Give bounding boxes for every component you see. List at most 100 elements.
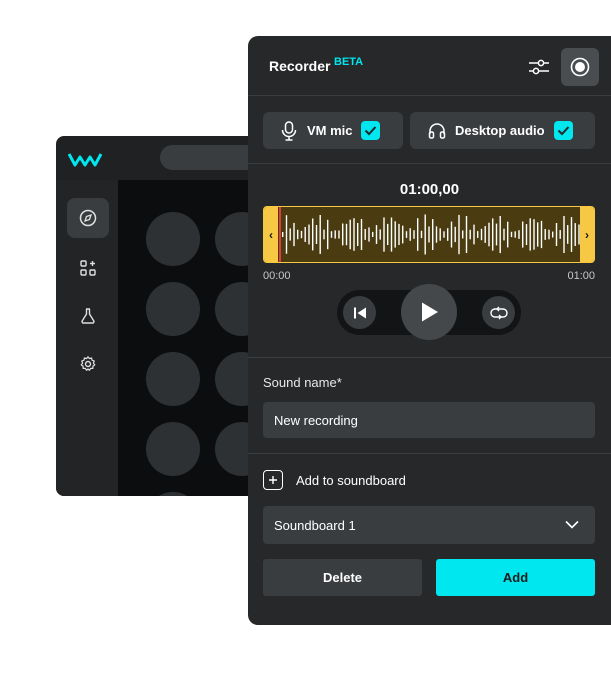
settings-button[interactable] [520, 48, 558, 86]
waveform-bar [360, 219, 363, 250]
microphone-icon [281, 120, 297, 141]
soundboard-select[interactable]: Soundboard 1 [263, 506, 595, 544]
waveform-bar [383, 217, 385, 252]
waveform-bar [390, 217, 393, 252]
waveform-bar [300, 230, 303, 239]
trim-start-handle[interactable]: ‹ [264, 207, 278, 262]
sound-tile[interactable] [146, 212, 200, 266]
waveform-bar [548, 229, 550, 240]
sidebar [56, 180, 118, 496]
waveform-bar [417, 218, 419, 251]
waveform-bar [462, 230, 464, 239]
vm-mic-toggle[interactable]: VM mic [263, 112, 403, 149]
waveform-bar [353, 218, 355, 251]
sound-name-label: Sound name* [263, 375, 342, 390]
headphones-icon [428, 123, 446, 139]
waveform-bar [567, 225, 569, 244]
waveform-bar [327, 219, 329, 250]
waveform-bar [368, 227, 370, 242]
divider [248, 357, 611, 358]
chevron-down-icon [565, 520, 579, 529]
waveform-bar [469, 229, 471, 240]
desktop-audio-checkbox[interactable] [553, 121, 573, 140]
skip-back-icon [353, 307, 366, 318]
sound-tile[interactable] [146, 492, 200, 496]
waveform-bar [424, 214, 426, 255]
waveform-bar [349, 219, 351, 250]
waveform-bar [473, 224, 475, 245]
add-button[interactable]: Add [436, 559, 595, 596]
waveform-bar [379, 229, 381, 240]
waveform-bar [387, 223, 389, 245]
waveform-bar [537, 222, 539, 247]
waveform-bar [503, 228, 505, 241]
loop-icon [489, 306, 508, 319]
waveform-bar [574, 223, 576, 246]
waveform-bar [432, 219, 434, 250]
skip-back-button[interactable] [343, 296, 376, 329]
gear-icon [80, 356, 96, 371]
vm-mic-label: VM mic [307, 123, 353, 138]
waveform-bar [529, 218, 531, 251]
nav-discover[interactable] [67, 198, 109, 238]
recording-timer: 01:00,00 [399, 181, 460, 198]
sound-tile[interactable] [146, 282, 200, 336]
nav-apps[interactable] [67, 248, 109, 288]
delete-button[interactable]: Delete [263, 559, 422, 596]
waveform-bar [533, 219, 535, 250]
loop-button[interactable] [482, 296, 515, 329]
sound-tile[interactable] [146, 352, 200, 406]
recorder-panel: Recorder BETA VM mic Desktop audio 01:00… [248, 36, 611, 625]
waveform-bar [398, 223, 400, 245]
add-to-soundboard-toggle[interactable]: Add to soundboard [263, 470, 406, 490]
search-bar[interactable] [160, 145, 256, 170]
waveform-bar [315, 225, 318, 244]
record-button[interactable] [561, 48, 599, 86]
checkmark-icon [557, 126, 569, 136]
playhead[interactable] [279, 207, 281, 262]
trim-end-handle[interactable]: › [580, 207, 594, 262]
waveform-bar [570, 217, 573, 252]
sound-tile[interactable] [146, 422, 200, 476]
waveform-bar [510, 231, 513, 238]
waveform-bar [334, 230, 336, 239]
waveform-bar [289, 228, 291, 241]
transport-controls [337, 284, 521, 340]
waveform-bar [345, 223, 348, 246]
waveform-bar [420, 230, 423, 239]
play-button[interactable] [401, 284, 457, 340]
waveform-bar [480, 228, 483, 241]
waveform-bar [282, 232, 284, 237]
waveform-bar [375, 225, 378, 244]
sound-name-input[interactable]: New recording [263, 402, 595, 438]
recorder-title: Recorder [269, 58, 331, 74]
divider [248, 163, 611, 164]
waveform-bar [563, 216, 565, 253]
vm-mic-checkbox[interactable] [360, 121, 380, 140]
waveform-bar [319, 215, 321, 254]
waveform-bar [435, 226, 438, 243]
waveform-bar [357, 223, 359, 246]
waveform-bar [540, 220, 543, 249]
waveform-bar [495, 223, 498, 246]
waveform-bar [308, 224, 310, 245]
checkmark-icon [364, 126, 376, 136]
desktop-audio-label: Desktop audio [455, 123, 545, 138]
waveform-bar [293, 222, 295, 247]
waveform-editor[interactable]: ‹ › [263, 206, 595, 263]
record-icon [570, 57, 590, 77]
waveform-bar [304, 227, 306, 242]
sound-grid [118, 180, 256, 496]
nav-lab[interactable] [67, 296, 109, 336]
chevron-right-icon: › [585, 227, 589, 242]
waveform-bar [465, 216, 468, 253]
waveform-bar [394, 221, 396, 248]
desktop-audio-toggle[interactable]: Desktop audio [410, 112, 595, 149]
waveform-bar [312, 218, 314, 251]
waveform-bar [297, 229, 299, 240]
nav-settings[interactable] [67, 344, 109, 384]
waveform-bar [413, 230, 415, 239]
waveform-bar [428, 226, 430, 243]
waveform-bar [330, 231, 333, 238]
waveform-bar [409, 228, 411, 241]
